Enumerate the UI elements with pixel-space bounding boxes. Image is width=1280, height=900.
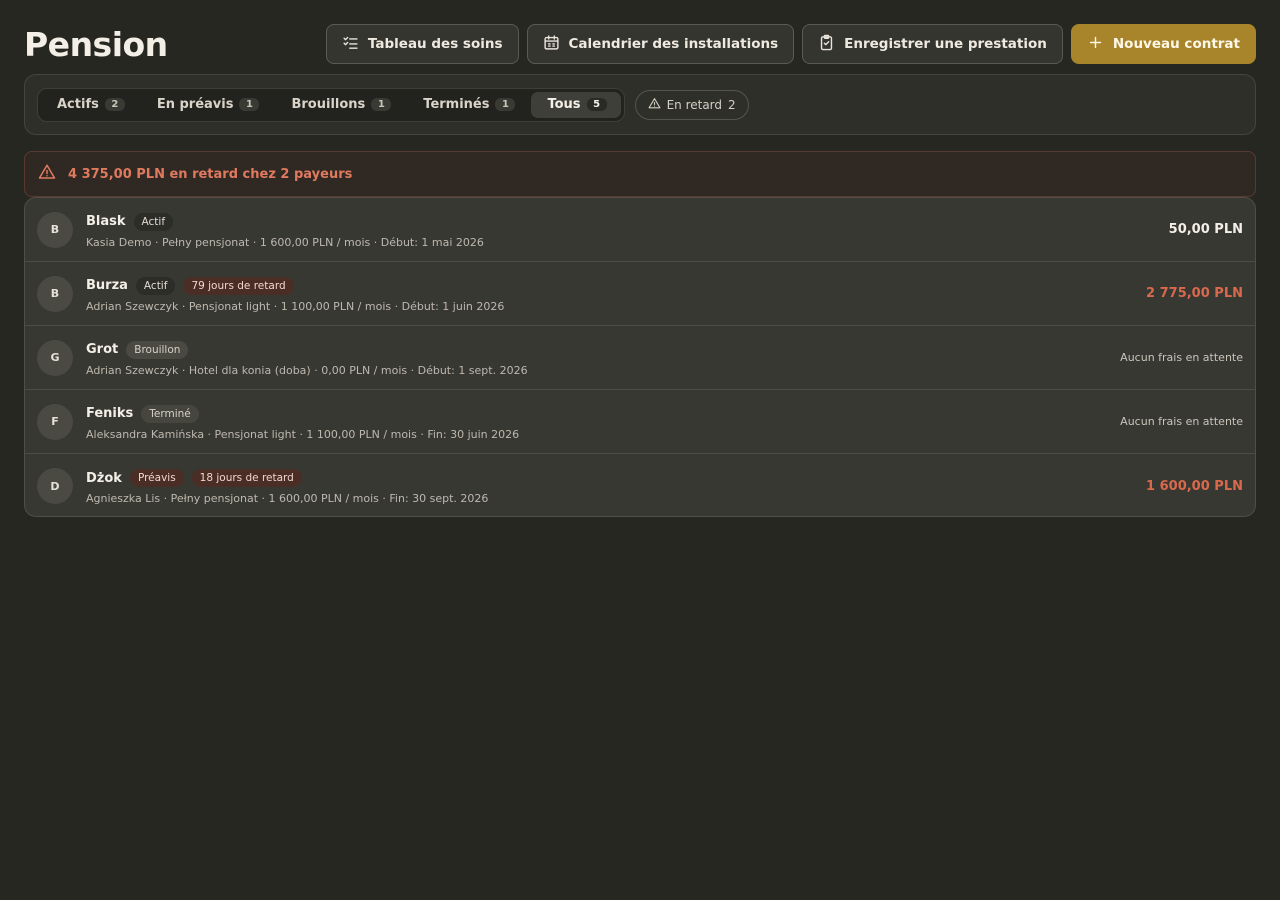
horse-name: Dżok (86, 470, 122, 486)
contract-meta: Adrian Szewczyk · Hotel dla konia (doba)… (86, 363, 528, 377)
tab-brouillons[interactable]: Brouillons 1 (275, 92, 405, 118)
filter-bar: Actifs 2 En préavis 1 Brouillons 1 Termi… (24, 74, 1256, 135)
status-tabs: Actifs 2 En préavis 1 Brouillons 1 Termi… (37, 87, 625, 122)
new-contract-button[interactable]: Nouveau contrat (1070, 24, 1256, 64)
contract-meta: Aleksandra Kamińska · Pensjonat light · … (86, 427, 520, 441)
installations-calendar-button[interactable]: Calendrier des installations (526, 24, 795, 64)
care-board-button[interactable]: Tableau des soins (325, 24, 519, 64)
status-badge: Brouillon (126, 340, 189, 359)
tab-count: 1 (371, 98, 392, 111)
contract-meta: Kasia Demo · Pełny pensjonat · 1 600,00 … (86, 235, 484, 249)
care-board-label: Tableau des soins (367, 36, 503, 52)
calendar-icon (543, 34, 560, 55)
contract-amount: 50,00 PLN (1168, 222, 1243, 237)
contract-row[interactable]: B Blask Actif Kasia Demo · Pełny pensjon… (25, 198, 1255, 262)
contract-info: Dżok Préavis 18 jours de retard Agnieszk… (86, 467, 1146, 505)
contract-row[interactable]: G Grot Brouillon Adrian Szewczyk · Hotel… (25, 326, 1255, 390)
tab-label: En préavis (156, 97, 234, 112)
overdue-filter-count: 2 (728, 97, 736, 112)
overdue-alert-banner: 4 375,00 PLN en retard chez 2 payeurs (24, 151, 1256, 197)
contract-meta: Adrian Szewczyk · Pensjonat light · 1 10… (86, 299, 505, 313)
plus-icon (1087, 34, 1104, 55)
avatar: D (37, 468, 73, 504)
avatar: G (37, 339, 73, 376)
new-contract-label: Nouveau contrat (1112, 36, 1240, 52)
status-badge: Actif (135, 276, 176, 295)
status-badge: Terminé (141, 404, 199, 423)
clipboard-check-icon (818, 34, 835, 55)
page-header: Pension Tableau des soins Calendrier des… (24, 24, 1256, 64)
avatar: B (37, 275, 73, 312)
tab-label: Tous (547, 97, 581, 112)
contract-row[interactable]: D Dżok Préavis 18 jours de retard Agnies… (25, 454, 1255, 516)
avatar: F (37, 403, 73, 440)
tab-label: Terminés (423, 97, 490, 112)
contract-list: B Blask Actif Kasia Demo · Pełny pensjon… (24, 197, 1256, 517)
contract-amount: Aucun frais en attente (1120, 415, 1243, 428)
horse-name: Blask (86, 214, 126, 229)
contract-meta: Agnieszka Lis · Pełny pensjonat · 1 600,… (86, 492, 489, 505)
overdue-alert-text: 4 375,00 PLN en retard chez 2 payeurs (68, 166, 353, 182)
overdue-badge: 79 jours de retard (183, 276, 294, 295)
tab-count: 1 (239, 98, 260, 111)
contract-amount: 2 775,00 PLN (1146, 286, 1243, 301)
tab-count: 5 (586, 98, 607, 111)
installations-calendar-label: Calendrier des installations (568, 36, 779, 52)
tab-count: 2 (104, 98, 125, 111)
record-service-label: Enregistrer une prestation (844, 36, 1047, 52)
contract-row[interactable]: B Burza Actif 79 jours de retard Adrian … (25, 262, 1255, 326)
overdue-filter-label: En retard (666, 97, 723, 112)
status-badge: Préavis (129, 469, 184, 487)
tab-count: 1 (495, 98, 516, 111)
tab-en-preavis[interactable]: En préavis 1 (141, 92, 274, 118)
horse-name: Grot (86, 342, 119, 357)
contract-info: Feniks Terminé Aleksandra Kamińska · Pen… (86, 403, 1120, 441)
warning-icon (38, 163, 56, 185)
contract-row[interactable]: F Feniks Terminé Aleksandra Kamińska · P… (25, 390, 1255, 454)
overdue-badge: 18 jours de retard (191, 469, 302, 487)
page-title: Pension (24, 24, 168, 64)
horse-name: Feniks (86, 406, 134, 421)
tab-tous[interactable]: Tous 5 (531, 91, 621, 118)
tab-termines[interactable]: Terminés 1 (407, 92, 529, 118)
warning-icon (648, 97, 661, 113)
contract-info: Grot Brouillon Adrian Szewczyk · Hotel d… (86, 339, 1120, 377)
contract-info: Burza Actif 79 jours de retard Adrian Sz… (86, 275, 1146, 313)
checklist-icon (342, 34, 359, 55)
contract-info: Blask Actif Kasia Demo · Pełny pensjonat… (86, 211, 1169, 249)
tab-label: Brouillons (291, 97, 366, 112)
avatar: B (37, 211, 73, 248)
header-actions: Tableau des soins Calendrier des install… (325, 24, 1256, 64)
contract-amount: Aucun frais en attente (1120, 351, 1243, 364)
overdue-filter-chip[interactable]: En retard 2 (634, 89, 749, 120)
horse-name: Burza (86, 278, 128, 293)
record-service-button[interactable]: Enregistrer une prestation (802, 24, 1063, 64)
tab-label: Actifs (57, 97, 99, 112)
tab-actifs[interactable]: Actifs 2 (41, 92, 139, 118)
status-badge: Actif (133, 212, 174, 231)
contract-amount: 1 600,00 PLN (1146, 478, 1243, 494)
